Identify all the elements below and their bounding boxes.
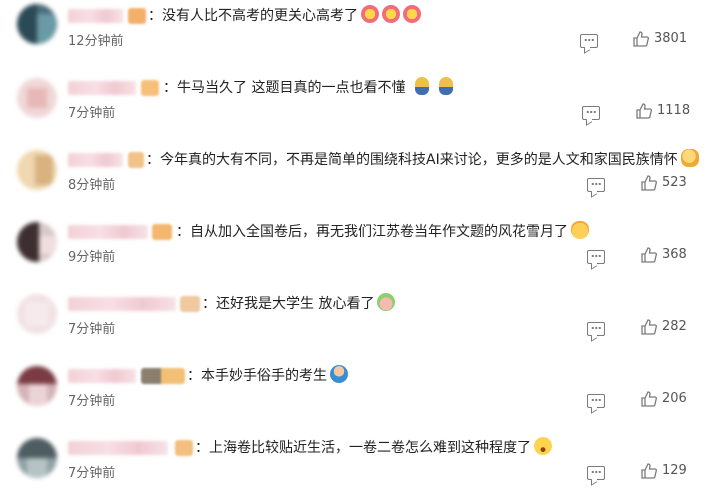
person-emoji-icon bbox=[330, 365, 348, 383]
avatar[interactable] bbox=[17, 150, 57, 190]
like-count: 129 bbox=[662, 463, 687, 478]
fan-badge bbox=[152, 224, 172, 240]
username-blurred[interactable] bbox=[68, 153, 123, 167]
comment-time: 9分钟前 bbox=[68, 250, 116, 265]
comment-icon[interactable] bbox=[582, 106, 600, 120]
like-count: 523 bbox=[662, 175, 687, 190]
username-blurred[interactable] bbox=[68, 297, 176, 311]
comment-text: ：牛马当久了 这题目真的一点也看不懂 bbox=[163, 77, 454, 99]
thumbs-up-icon[interactable] bbox=[641, 319, 657, 335]
comment-text: ：今年真的大有不同，不再是简单的围绕科技AI来讨论，更多的是人文和家国民族情怀 bbox=[146, 149, 699, 171]
like-count: 3801 bbox=[654, 31, 688, 46]
comment-icon[interactable] bbox=[587, 178, 605, 192]
avatar[interactable] bbox=[17, 366, 57, 406]
melon-emoji-icon bbox=[377, 293, 396, 311]
thumbs-up-icon[interactable] bbox=[641, 247, 657, 263]
fan-badge bbox=[141, 368, 185, 384]
comment-time: 8分钟前 bbox=[68, 178, 116, 193]
username-blurred[interactable] bbox=[68, 81, 136, 95]
comment-item: ：本手妙手俗手的考生 7分钟前 206 bbox=[0, 360, 710, 432]
avatar[interactable] bbox=[17, 4, 57, 44]
comment-icon[interactable] bbox=[587, 250, 605, 264]
flower-emoji-icon bbox=[382, 5, 400, 23]
flower-emoji-icon bbox=[361, 5, 379, 23]
comment-icon[interactable] bbox=[587, 394, 605, 408]
like-count: 368 bbox=[662, 247, 687, 262]
username-blurred[interactable] bbox=[68, 369, 136, 383]
avatar[interactable] bbox=[17, 78, 57, 118]
comment-time: 7分钟前 bbox=[68, 106, 116, 121]
comment-item: ：牛马当久了 这题目真的一点也看不懂 7分钟前 1118 bbox=[0, 72, 710, 144]
comment-text: ：上海卷比较贴近生活，一卷二卷怎么难到这种程度了 bbox=[195, 437, 552, 459]
shocked-emoji-icon bbox=[534, 437, 552, 455]
cat-emoji-icon bbox=[571, 221, 589, 239]
like-count: 206 bbox=[662, 391, 687, 406]
comment-item: ：自从加入全国卷后，再无我们江苏卷当年作文题的风花雪月了 9分钟前 368 bbox=[0, 216, 710, 288]
like-count: 282 bbox=[662, 319, 687, 334]
comment-time: 7分钟前 bbox=[68, 394, 116, 409]
thumbs-up-icon[interactable] bbox=[633, 31, 649, 47]
thumbs-up-icon[interactable] bbox=[641, 391, 657, 407]
comment-icon[interactable] bbox=[587, 466, 605, 480]
avatar[interactable] bbox=[17, 438, 57, 478]
fan-badge bbox=[180, 296, 200, 312]
avatar[interactable] bbox=[17, 222, 57, 262]
thumbs-up-emoji-icon bbox=[680, 149, 699, 167]
thumbs-up-icon[interactable] bbox=[641, 463, 657, 479]
avatar[interactable] bbox=[17, 294, 57, 334]
comment-icon[interactable] bbox=[587, 322, 605, 336]
fan-badge bbox=[128, 152, 144, 168]
fan-badge bbox=[175, 440, 193, 456]
tear-emoji-icon bbox=[439, 77, 454, 95]
like-count: 1118 bbox=[657, 103, 691, 118]
thumbs-up-icon[interactable] bbox=[641, 175, 657, 191]
comment-item: ：还好我是大学生 放心看了 7分钟前 282 bbox=[0, 288, 710, 360]
comment-text: ：自从加入全国卷后，再无我们江苏卷当年作文题的风花雪月了 bbox=[176, 221, 589, 243]
comment-icon[interactable] bbox=[580, 34, 598, 48]
username-blurred[interactable] bbox=[68, 441, 168, 455]
thumbs-up-icon[interactable] bbox=[636, 103, 652, 119]
comment-text: ：本手妙手俗手的考生 bbox=[187, 365, 348, 387]
comment-time: 12分钟前 bbox=[68, 34, 124, 49]
tear-emoji-icon bbox=[415, 77, 430, 95]
username-blurred[interactable] bbox=[68, 9, 123, 23]
comment-item: ：今年真的大有不同，不再是简单的围绕科技AI来讨论，更多的是人文和家国民族情怀 … bbox=[0, 144, 710, 216]
comment-item: ：上海卷比较贴近生活，一卷二卷怎么难到这种程度了 7分钟前 129 bbox=[0, 432, 710, 504]
fan-badge bbox=[128, 8, 146, 24]
comment-time: 7分钟前 bbox=[68, 466, 116, 481]
comment-text: ：没有人比不高考的更关心高考了 bbox=[148, 5, 421, 27]
comment-text: ：还好我是大学生 放心看了 bbox=[202, 293, 396, 315]
fan-badge bbox=[141, 80, 159, 96]
comment-time: 7分钟前 bbox=[68, 322, 116, 337]
username-blurred[interactable] bbox=[68, 225, 148, 239]
comment-item: ：没有人比不高考的更关心高考了 12分钟前 3801 bbox=[0, 0, 710, 72]
flower-emoji-icon bbox=[403, 5, 421, 23]
